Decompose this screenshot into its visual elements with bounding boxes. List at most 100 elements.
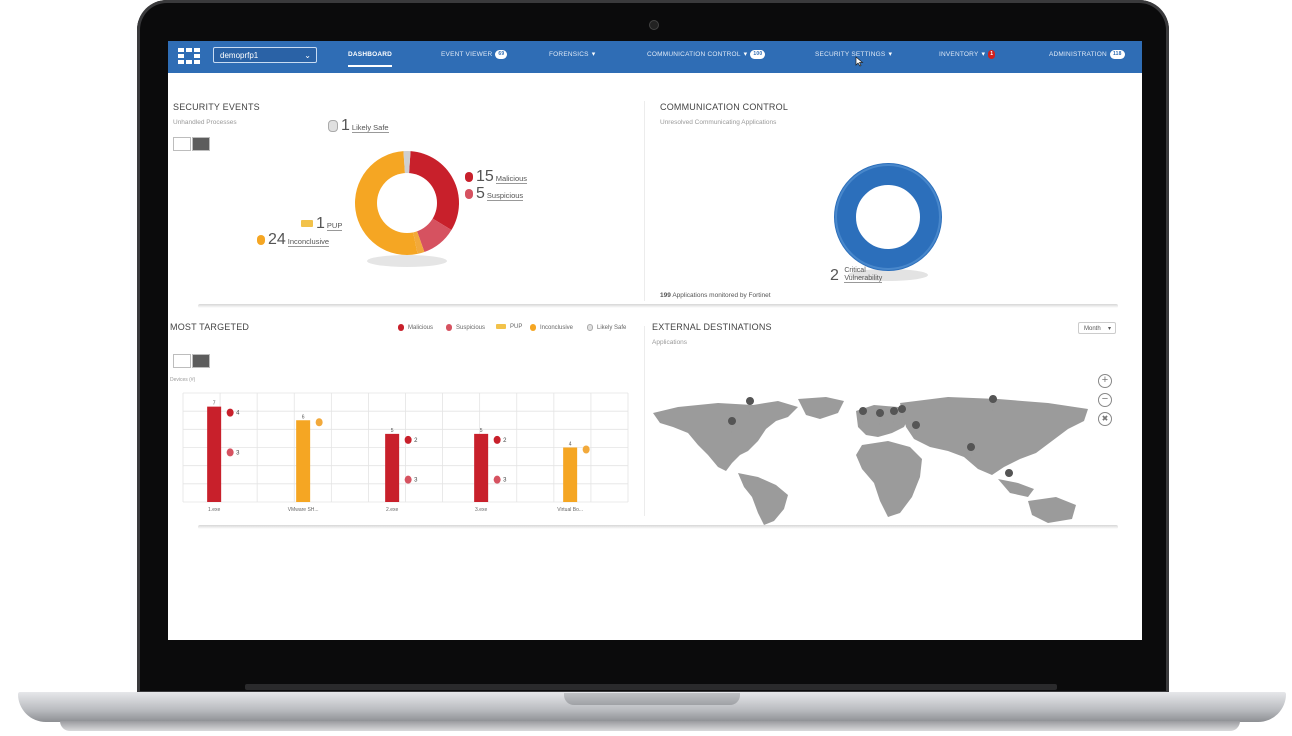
legend-malicious-swatch bbox=[398, 324, 404, 331]
legend-suspicious-label: Suspicious bbox=[456, 325, 486, 332]
communication-control-badge: 100 bbox=[750, 49, 766, 59]
nav-administration[interactable]: ADMINISTRATION 118 bbox=[1049, 41, 1125, 73]
row-divider bbox=[198, 304, 1118, 308]
bar-marker[interactable] bbox=[404, 435, 412, 444]
chevron-down-icon: ▾ bbox=[591, 51, 596, 58]
legend-inconclusive[interactable]: Inconclusive bbox=[530, 324, 573, 331]
legend-likely-safe[interactable]: Likely Safe bbox=[587, 324, 626, 331]
panel-divider bbox=[644, 326, 645, 516]
bar-malicious[interactable] bbox=[207, 406, 222, 502]
inconclusive-stat[interactable]: 24 Inconclusive bbox=[257, 231, 330, 249]
monitored-apps-text: 199 Applications monitored by Fortinet bbox=[660, 292, 771, 299]
time-range-value: Month bbox=[1084, 326, 1101, 332]
bar-malicious[interactable] bbox=[474, 433, 489, 502]
external-destinations-title: EXTERNAL DESTINATIONS bbox=[652, 322, 772, 332]
bar-inconclusive[interactable] bbox=[296, 420, 311, 502]
map-asia bbox=[900, 397, 1088, 475]
legend-pup-label: PUP bbox=[510, 324, 523, 331]
inconclusive-label: Inconclusive bbox=[287, 237, 330, 247]
reset-icon[interactable]: ✖ bbox=[1098, 412, 1112, 426]
map-southeast-asia bbox=[998, 479, 1034, 497]
bar-marker-label: 3 bbox=[414, 478, 418, 484]
shield-icon bbox=[465, 188, 473, 199]
suspicious-count: 5 bbox=[476, 185, 485, 202]
bar-marker[interactable] bbox=[404, 475, 412, 484]
view-toggle[interactable] bbox=[173, 354, 213, 368]
critical-label: Critical bbox=[844, 267, 866, 274]
legend-pup[interactable]: PUP bbox=[496, 324, 522, 330]
administration-badge: 118 bbox=[1109, 49, 1125, 59]
nav-communication-control-label: COMMUNICATION CONTROL bbox=[647, 51, 741, 58]
likely-safe-stat[interactable]: 1 Likely Safe bbox=[328, 117, 389, 135]
most-targeted-title: MOST TARGETED bbox=[170, 322, 250, 332]
legend-suspicious[interactable]: Suspicious bbox=[446, 324, 485, 331]
legend-inconclusive-swatch bbox=[530, 324, 536, 331]
nav-forensics[interactable]: FORENSICS ▾ bbox=[549, 41, 595, 73]
time-range-select[interactable]: Month ▾ bbox=[1078, 322, 1116, 334]
shield-icon bbox=[301, 220, 313, 228]
app-screen: demoprfp1 ⌄ DASHBOARD EVENT VIEWER 69 FOR… bbox=[168, 41, 1142, 640]
suspicious-stat[interactable]: 5 Suspicious bbox=[465, 185, 524, 203]
nav-forensics-label: FORENSICS bbox=[549, 51, 589, 58]
x-axis-tick-label: 2.exe bbox=[386, 507, 398, 513]
nav-event-viewer[interactable]: EVENT VIEWER 69 bbox=[441, 41, 508, 73]
legend-suspicious-swatch bbox=[446, 324, 452, 331]
nav-event-viewer-label: EVENT VIEWER bbox=[441, 51, 493, 58]
bar-inconclusive[interactable] bbox=[563, 447, 578, 503]
grid-icon[interactable] bbox=[192, 137, 210, 151]
nav-security-settings-label: SECURITY SETTINGS bbox=[815, 51, 886, 58]
security-events-subtitle: Unhandled Processes bbox=[173, 119, 237, 126]
bar-marker-label: 2 bbox=[503, 438, 507, 444]
zoom-in-icon[interactable]: + bbox=[1098, 374, 1112, 388]
bar-malicious[interactable] bbox=[385, 433, 400, 502]
bar-marker[interactable] bbox=[493, 475, 501, 484]
organization-select[interactable]: demoprfp1 ⌄ bbox=[213, 47, 317, 63]
map-greenland bbox=[798, 397, 844, 419]
bar-marker[interactable] bbox=[582, 445, 590, 454]
security-events-donut bbox=[355, 151, 459, 267]
critical-vulnerability-stat[interactable]: 2 Critical Vulnerability bbox=[830, 267, 883, 285]
bar-marker-label: 3 bbox=[236, 450, 240, 456]
zoom-out-icon[interactable]: − bbox=[1098, 393, 1112, 407]
grid-icon[interactable] bbox=[192, 354, 210, 368]
nav-security-settings[interactable]: SECURITY SETTINGS ▾ bbox=[815, 41, 892, 73]
bar-value-label: 5 bbox=[391, 428, 394, 434]
laptop-notch bbox=[564, 693, 740, 705]
nav-inventory[interactable]: INVENTORY ▾ 1 bbox=[939, 41, 996, 73]
chevron-down-icon: ⌄ bbox=[304, 51, 311, 60]
critical-count: 2 bbox=[830, 267, 839, 284]
webcam-icon bbox=[649, 20, 659, 30]
malicious-stat[interactable]: 15 Malicious bbox=[465, 168, 528, 186]
malicious-label: Malicious bbox=[495, 174, 528, 184]
row-divider-bottom bbox=[198, 525, 1118, 529]
world-map[interactable] bbox=[648, 393, 1098, 525]
nav-dashboard[interactable]: DASHBOARD bbox=[348, 41, 393, 73]
pup-count: 1 bbox=[316, 215, 325, 232]
legend-likely-safe-label: Likely Safe bbox=[597, 325, 627, 332]
legend-malicious[interactable]: Malicious bbox=[398, 324, 433, 331]
bar-marker[interactable] bbox=[493, 435, 501, 444]
external-destinations-subtitle: Applications bbox=[652, 339, 688, 346]
critical-vulnerability-slice bbox=[834, 163, 942, 271]
bar-marker[interactable] bbox=[226, 408, 234, 417]
communication-control-title: COMMUNICATION CONTROL bbox=[660, 102, 789, 112]
legend-inconclusive-label: Inconclusive bbox=[540, 325, 574, 332]
malicious-count: 15 bbox=[476, 168, 494, 185]
nav-communication-control[interactable]: COMMUNICATION CONTROL ▾ 100 bbox=[647, 41, 766, 73]
monitor-icon[interactable] bbox=[173, 354, 191, 368]
event-viewer-badge: 69 bbox=[495, 49, 508, 59]
nav-dashboard-label: DASHBOARD bbox=[348, 51, 393, 58]
cursor-icon bbox=[855, 56, 864, 67]
bar-marker[interactable] bbox=[315, 418, 323, 427]
chevron-down-icon: ▾ bbox=[1107, 326, 1111, 332]
legend-likely-safe-swatch bbox=[587, 324, 593, 331]
shield-icon bbox=[465, 171, 473, 182]
security-events-title: SECURITY EVENTS bbox=[173, 102, 260, 112]
view-toggle[interactable] bbox=[173, 137, 213, 151]
menu-grid-icon[interactable] bbox=[178, 48, 200, 64]
monitor-icon[interactable] bbox=[173, 137, 191, 151]
nav-administration-label: ADMINISTRATION bbox=[1049, 51, 1107, 58]
panel-divider bbox=[644, 101, 645, 301]
top-nav-bar: demoprfp1 ⌄ DASHBOARD EVENT VIEWER 69 FOR… bbox=[168, 41, 1142, 73]
bar-marker[interactable] bbox=[226, 448, 234, 457]
